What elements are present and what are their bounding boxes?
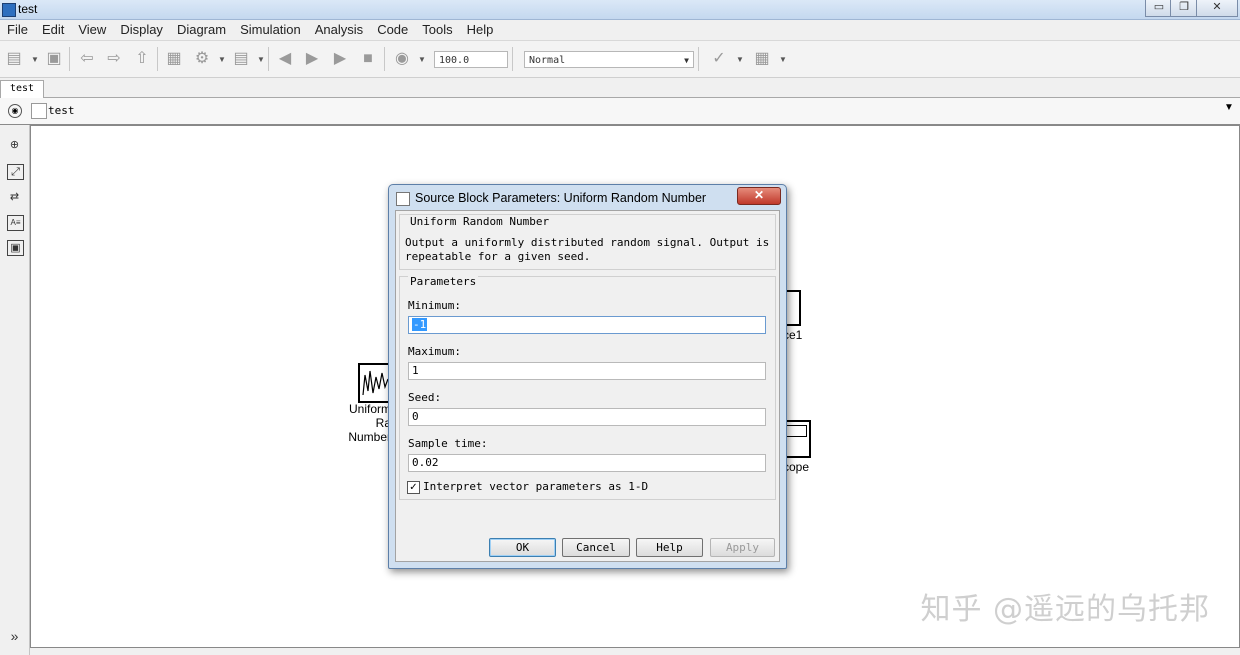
close-button[interactable]: ✕ [1196,0,1238,17]
interpret-vector-label: Interpret vector parameters as 1-D [423,480,649,493]
annotation-icon[interactable]: A≡ [7,215,24,231]
simulink-app-icon [2,3,16,17]
maximum-field[interactable]: 1 [408,362,766,380]
tab-test[interactable]: test [0,80,44,98]
watermark: 知乎 @遥远的乌托邦 [920,592,1210,627]
up-icon[interactable]: ⇧ [132,49,152,69]
settings-dropdown-icon[interactable]: ▼ [218,55,226,64]
breadcrumb: ◉ test ▼ [0,98,1240,125]
zoom-icon[interactable]: ⊕ [7,138,22,152]
forward-icon[interactable]: ⇨ [104,49,124,69]
menu-analysis[interactable]: Analysis [308,20,370,37]
uniform-random-block[interactable] [358,363,392,403]
record-icon[interactable]: ◉ [392,49,412,69]
breadcrumb-model-name[interactable]: test [48,104,75,117]
build-dropdown-icon[interactable]: ▼ [779,55,787,64]
sample-time-field[interactable]: 0.02 [408,454,766,472]
expand-icon[interactable]: » [7,629,22,643]
simulation-mode-value: Normal [529,55,566,66]
arrow-right-icon[interactable]: ⇄ [7,190,22,204]
parameters-heading: Parameters [408,275,479,288]
model-explorer-icon[interactable]: ▤ [231,49,251,69]
maximum-label: Maximum: [408,345,461,358]
menu-edit[interactable]: Edit [35,20,71,37]
description-line-2: repeatable for a given seed. [405,250,591,263]
dialog-title-bar: Source Block Parameters: Uniform Random … [389,185,786,209]
advisor-dropdown-icon[interactable]: ▼ [736,55,744,64]
block-parameters-dialog: Source Block Parameters: Uniform Random … [388,184,787,569]
random-signal-icon [362,370,389,396]
menu-bar: File Edit View Display Diagram Simulation Anal… [0,20,1240,41]
step-forward-icon[interactable]: ▶ [330,49,350,69]
dialog-body: Uniform Random Number Output a uniformly… [395,210,780,562]
dialog-close-button[interactable]: ✕ [737,187,781,205]
menu-display[interactable]: Display [113,20,170,37]
seed-label: Seed: [408,391,442,404]
restore-button[interactable]: ❐ [1170,0,1198,17]
menu-file[interactable]: File [0,20,35,37]
left-palette: ⊕ ⤢ ⇄ A≡ ▣ » [0,125,30,655]
cancel-button[interactable]: Cancel [562,538,630,557]
stop-time-input[interactable]: 100.0 [434,51,508,68]
explorer-dropdown-icon[interactable]: ▼ [257,55,265,64]
fit-to-view-icon[interactable]: ⤢ [7,164,24,180]
title-bar: test ▭ ❐ ✕ [0,0,1240,20]
new-model-icon[interactable]: ▤ [4,49,24,69]
ok-button[interactable]: OK [489,538,556,557]
back-icon[interactable]: ⇦ [77,49,97,69]
menu-code[interactable]: Code [370,20,415,37]
minimum-label: Minimum: [408,299,461,312]
help-button[interactable]: Help [636,538,703,557]
minimum-field[interactable]: -1 [408,316,766,334]
new-dropdown-icon[interactable]: ▼ [31,55,39,64]
chevron-down-icon: ▼ [684,56,689,65]
build-grid-icon[interactable]: ▦ [752,49,772,69]
hide-browser-icon[interactable]: ◉ [8,104,22,118]
simulation-mode-select[interactable]: Normal ▼ [524,51,694,68]
menu-view[interactable]: View [71,20,113,37]
model-settings-gear-icon[interactable]: ⚙ [192,49,212,69]
record-dropdown-icon[interactable]: ▼ [418,55,426,64]
library-browser-icon[interactable]: ▦ [164,49,184,69]
seed-field[interactable]: 0 [408,408,766,426]
block-type-heading: Uniform Random Number [408,215,552,228]
image-icon[interactable]: ▣ [7,240,24,256]
sample-time-label: Sample time: [408,437,488,450]
description-line-1: Output a uniformly distributed random si… [405,236,770,249]
stop-icon[interactable]: ■ [358,49,378,69]
scope-block[interactable] [783,420,811,458]
menu-help[interactable]: Help [460,20,501,37]
menu-diagram[interactable]: Diagram [170,20,233,37]
window-title: test [18,2,38,16]
model-advisor-check-icon[interactable]: ✓ [709,49,729,69]
apply-button[interactable]: Apply [710,538,775,557]
minimize-button[interactable]: ▭ [1145,0,1173,17]
run-icon[interactable]: ▶ [302,49,322,69]
step-back-icon[interactable]: ◀ [275,49,295,69]
breadcrumb-dropdown-icon[interactable]: ▼ [1224,102,1234,113]
interpret-vector-checkbox[interactable]: ✓ [407,481,420,494]
model-tab-strip [0,78,1240,98]
save-icon[interactable]: ▣ [44,49,64,69]
minimum-value: -1 [412,318,428,331]
menu-tools[interactable]: Tools [415,20,459,37]
model-icon [31,103,47,119]
dialog-title: Source Block Parameters: Uniform Random … [415,191,707,205]
menu-simulation[interactable]: Simulation [233,20,308,37]
uniform-random-block-label: Uniform Ra Number [348,402,391,444]
dialog-app-icon [396,192,410,206]
